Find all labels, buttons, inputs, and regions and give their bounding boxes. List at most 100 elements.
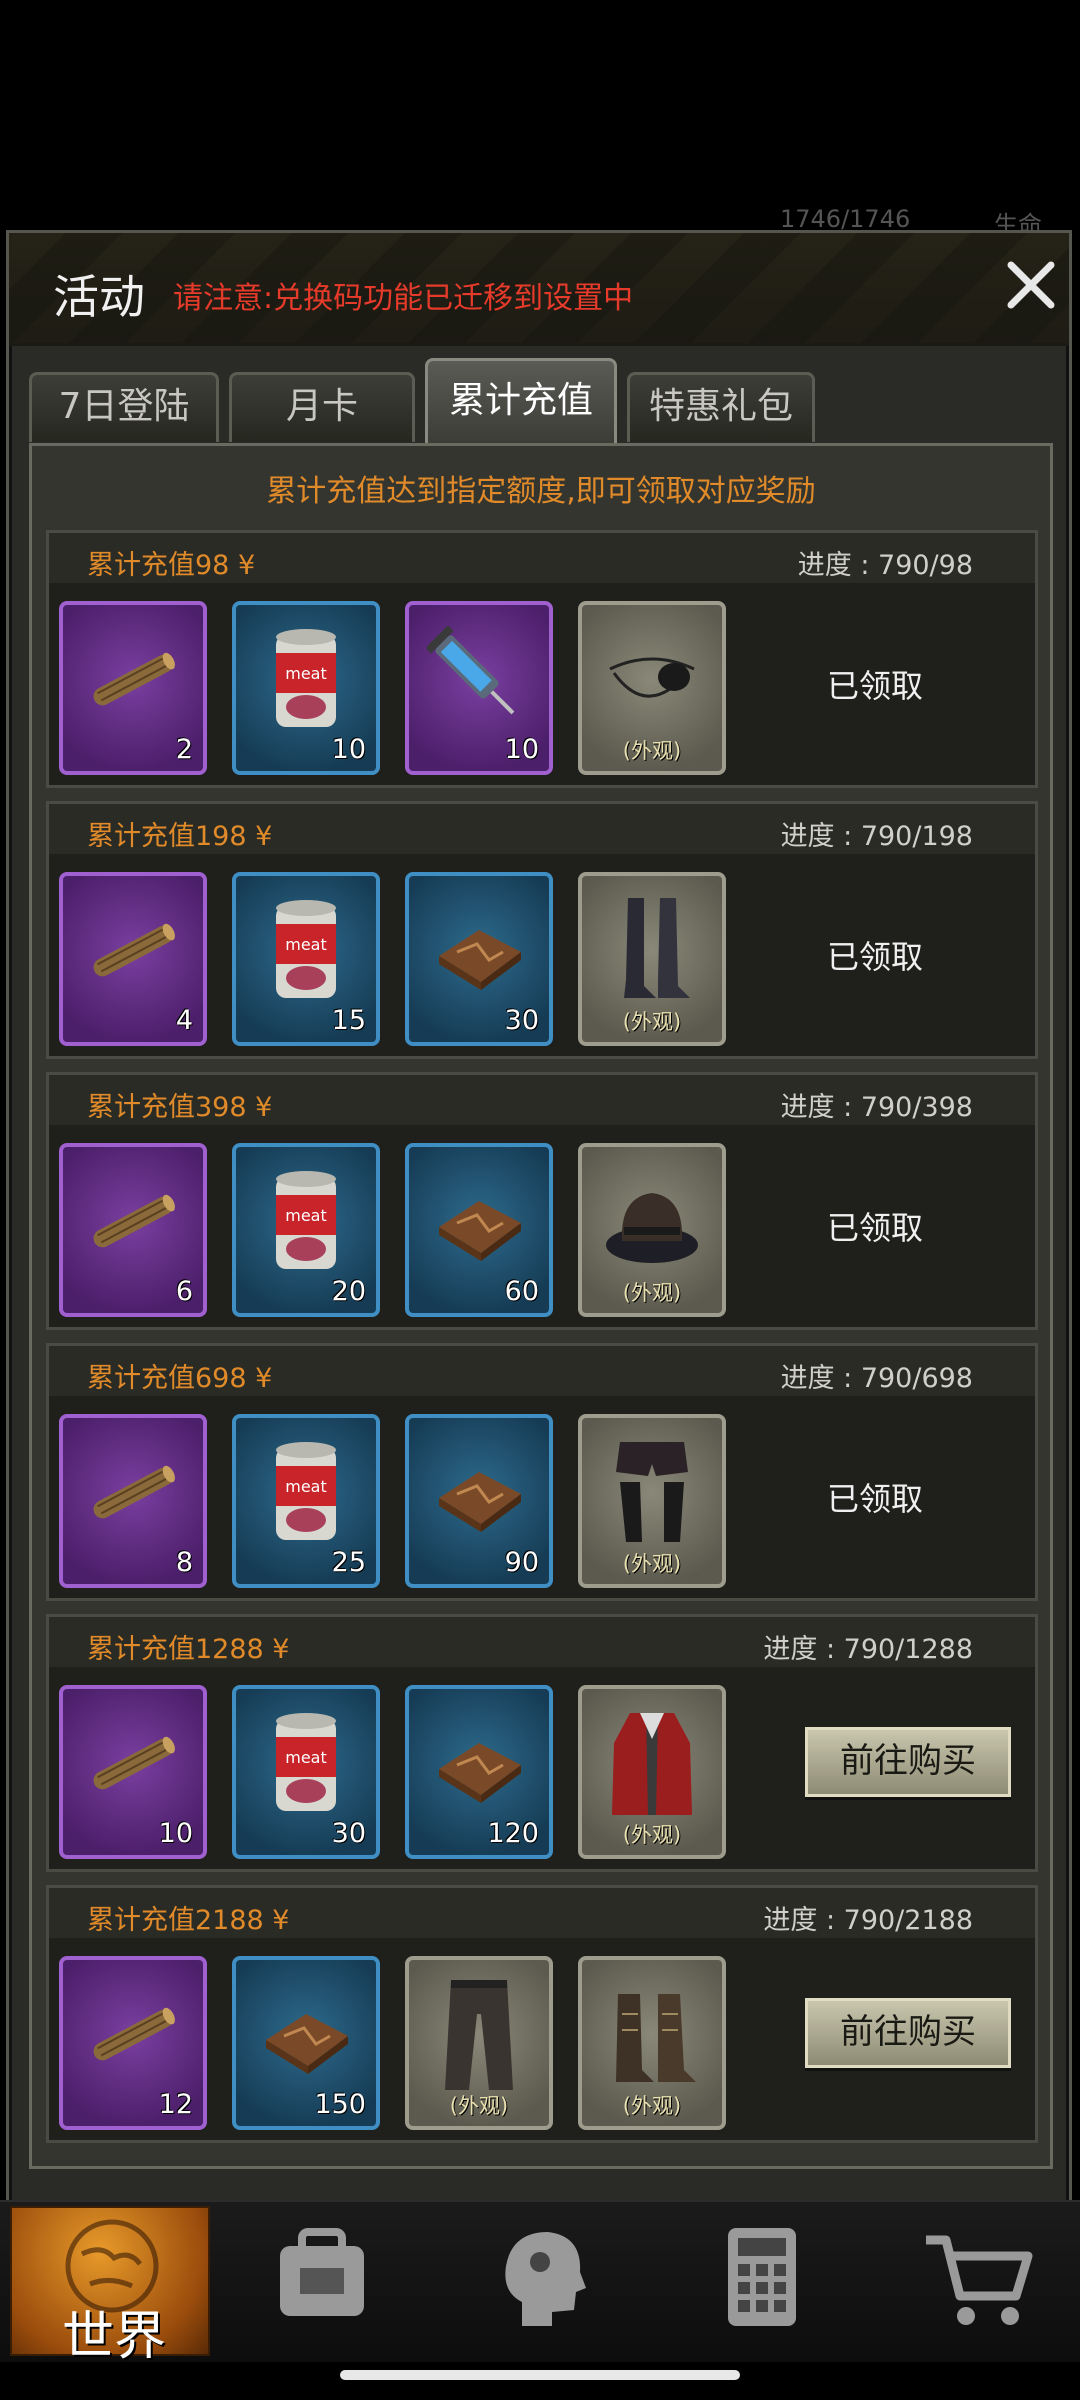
recharge-tier: 累计充值698 ¥ 进度 : 790/698 8 meat 25 90 (外观) 已领取: [46, 1343, 1038, 1601]
reward-count: 120: [487, 1818, 539, 1849]
reward-count: 10: [331, 734, 366, 765]
tier-threshold-label: 累计充值1288 ¥: [87, 1634, 290, 1665]
reward-slot[interactable]: meat 15: [232, 872, 380, 1046]
tier-threshold-label: 累计充值98 ¥: [87, 550, 256, 581]
activity-panel: 活动 请注意:兑换码功能已迁移到设置中 7日登陆 月卡 累计充值 特惠礼包 累计充值达…: [6, 230, 1072, 2210]
recharge-tier: 累计充值1288 ¥ 进度 : 790/1288 10 meat 30 120 (外观) 前往…: [46, 1614, 1038, 1872]
go-purchase-button[interactable]: 前往购买: [805, 1998, 1011, 2068]
close-button[interactable]: [1001, 255, 1061, 315]
claimed-status: 已领取: [827, 938, 924, 976]
recharge-tier: 累计充值2188 ¥ 进度 : 790/2188 12 150 (外观) (外观) 前往购买: [46, 1885, 1038, 2143]
nav-world-label: 世界: [62, 2307, 167, 2367]
tab-bar: 7日登陆 月卡 累计充值 特惠礼包: [29, 358, 1069, 448]
reward-count: 4: [175, 1005, 193, 1036]
reward-slot[interactable]: 150: [232, 1956, 380, 2130]
reward-slot[interactable]: 120: [405, 1685, 553, 1859]
tab-cumulative-recharge[interactable]: 累计充值: [425, 358, 617, 448]
go-purchase-button[interactable]: 前往购买: [805, 1727, 1011, 1797]
reward-slot[interactable]: meat 30: [232, 1685, 380, 1859]
panel-header: 活动 请注意:兑换码功能已迁移到设置中: [9, 233, 1069, 346]
shopping-cart-icon[interactable]: [920, 2222, 1040, 2332]
reward-count: 30: [504, 1005, 539, 1036]
reward-slot[interactable]: 10: [405, 601, 553, 775]
tier-progress: 进度 : 790/198: [780, 821, 973, 852]
cosmetic-tag: (外观): [622, 2094, 682, 2118]
reward-slot[interactable]: meat 10: [232, 601, 380, 775]
reward-slot[interactable]: (外观): [578, 1685, 726, 1859]
top-background: [0, 0, 1080, 230]
backpack-icon[interactable]: [262, 2222, 382, 2332]
cosmetic-tag: (外观): [622, 1552, 682, 1576]
tier-header: 累计充值398 ¥ 进度 : 790/398: [49, 1075, 1035, 1125]
cosmetic-tag: (外观): [449, 2094, 509, 2118]
reward-slot[interactable]: (外观): [578, 1143, 726, 1317]
recharge-subtitle: 累计充值达到指定额度,即可领取对应奖励: [266, 474, 816, 509]
reward-slot[interactable]: (外观): [578, 1414, 726, 1588]
reward-count: 20: [331, 1276, 366, 1307]
bottom-nav: 世界: [0, 2200, 1080, 2367]
meat-can-icon: meat: [254, 1161, 358, 1281]
map-box-icon: [427, 1703, 531, 1823]
red-coat-icon: [600, 1703, 704, 1823]
tier-header: 累计充值198 ¥ 进度 : 790/198: [49, 804, 1035, 854]
resource-counter: 1746/1746: [780, 205, 911, 233]
svg-text:meat: meat: [285, 1748, 327, 1767]
meat-can-icon: meat: [254, 1432, 358, 1552]
map-box-icon: [254, 1974, 358, 2094]
hat-icon: [600, 1161, 704, 1281]
recharge-content: 累计充值达到指定额度,即可领取对应奖励 累计充值98 ¥ 进度 : 790/98 2…: [29, 443, 1053, 2169]
reward-slot[interactable]: 8: [59, 1414, 207, 1588]
recharge-tier: 累计充值98 ¥ 进度 : 790/98 2 meat 10 10 (外观) 已领取: [46, 530, 1038, 788]
cosmetic-tag: (外观): [622, 1010, 682, 1034]
tier-threshold-label: 累计充值698 ¥: [87, 1363, 273, 1394]
claimed-status: 已领取: [827, 1209, 924, 1247]
recharge-tier: 累计充值198 ¥ 进度 : 790/198 4 meat 15 30 (外观) 已领取: [46, 801, 1038, 1059]
reward-slot[interactable]: 90: [405, 1414, 553, 1588]
tier-threshold-label: 累计充值198 ¥: [87, 821, 273, 852]
tier-progress: 进度 : 790/2188: [763, 1905, 973, 1936]
reward-slot[interactable]: 60: [405, 1143, 553, 1317]
tab-special-pack[interactable]: 特惠礼包: [627, 372, 815, 442]
cosmetic-tag: (外观): [622, 1823, 682, 1847]
reward-count: 30: [331, 1818, 366, 1849]
reward-slot[interactable]: 30: [405, 872, 553, 1046]
reward-slot[interactable]: meat 25: [232, 1414, 380, 1588]
head-profile-icon[interactable]: [482, 2222, 602, 2332]
reward-slot[interactable]: (外观): [578, 872, 726, 1046]
reward-slot[interactable]: 4: [59, 872, 207, 1046]
reward-slot[interactable]: meat 20: [232, 1143, 380, 1317]
svg-text:meat: meat: [285, 1477, 327, 1496]
cigar-icon: [81, 1432, 185, 1552]
reward-slot[interactable]: (外观): [578, 601, 726, 775]
calculator-icon[interactable]: [702, 2222, 822, 2332]
reward-count: 12: [158, 2089, 193, 2120]
claimed-status: 已领取: [827, 667, 924, 705]
cosmetic-tag: (外观): [622, 739, 682, 763]
tier-threshold-label: 累计充值2188 ¥: [87, 1905, 290, 1936]
recharge-tier: 累计充值398 ¥ 进度 : 790/398 6 meat 20 60 (外观) 已领取: [46, 1072, 1038, 1330]
syringe-icon: [425, 619, 531, 739]
reward-slot[interactable]: 6: [59, 1143, 207, 1317]
reward-slot[interactable]: 2: [59, 601, 207, 775]
tab-monthly-card[interactable]: 月卡: [229, 372, 415, 442]
reward-count: 25: [331, 1547, 366, 1578]
shorts-stockings-icon: [600, 1432, 704, 1552]
reward-slot[interactable]: (外观): [405, 1956, 553, 2130]
boots-icon: [600, 890, 704, 1010]
reward-slot[interactable]: 10: [59, 1685, 207, 1859]
nav-world-button[interactable]: 世界: [10, 2206, 210, 2367]
reward-slot[interactable]: (外观): [578, 1956, 726, 2130]
reward-count: 2: [175, 734, 193, 765]
svg-text:meat: meat: [285, 664, 327, 683]
tier-header: 累计充值2188 ¥ 进度 : 790/2188: [49, 1888, 1035, 1938]
tier-progress: 进度 : 790/1288: [763, 1634, 973, 1665]
meat-can-icon: meat: [254, 1703, 358, 1823]
svg-text:meat: meat: [285, 935, 327, 954]
svg-text:meat: meat: [285, 1206, 327, 1225]
tab-7day-login[interactable]: 7日登陆: [29, 372, 219, 442]
meat-can-icon: meat: [254, 890, 358, 1010]
close-icon: [1007, 261, 1055, 309]
reward-count: 150: [314, 2089, 366, 2120]
tier-threshold-label: 累计充值398 ¥: [87, 1092, 273, 1123]
reward-slot[interactable]: 12: [59, 1956, 207, 2130]
